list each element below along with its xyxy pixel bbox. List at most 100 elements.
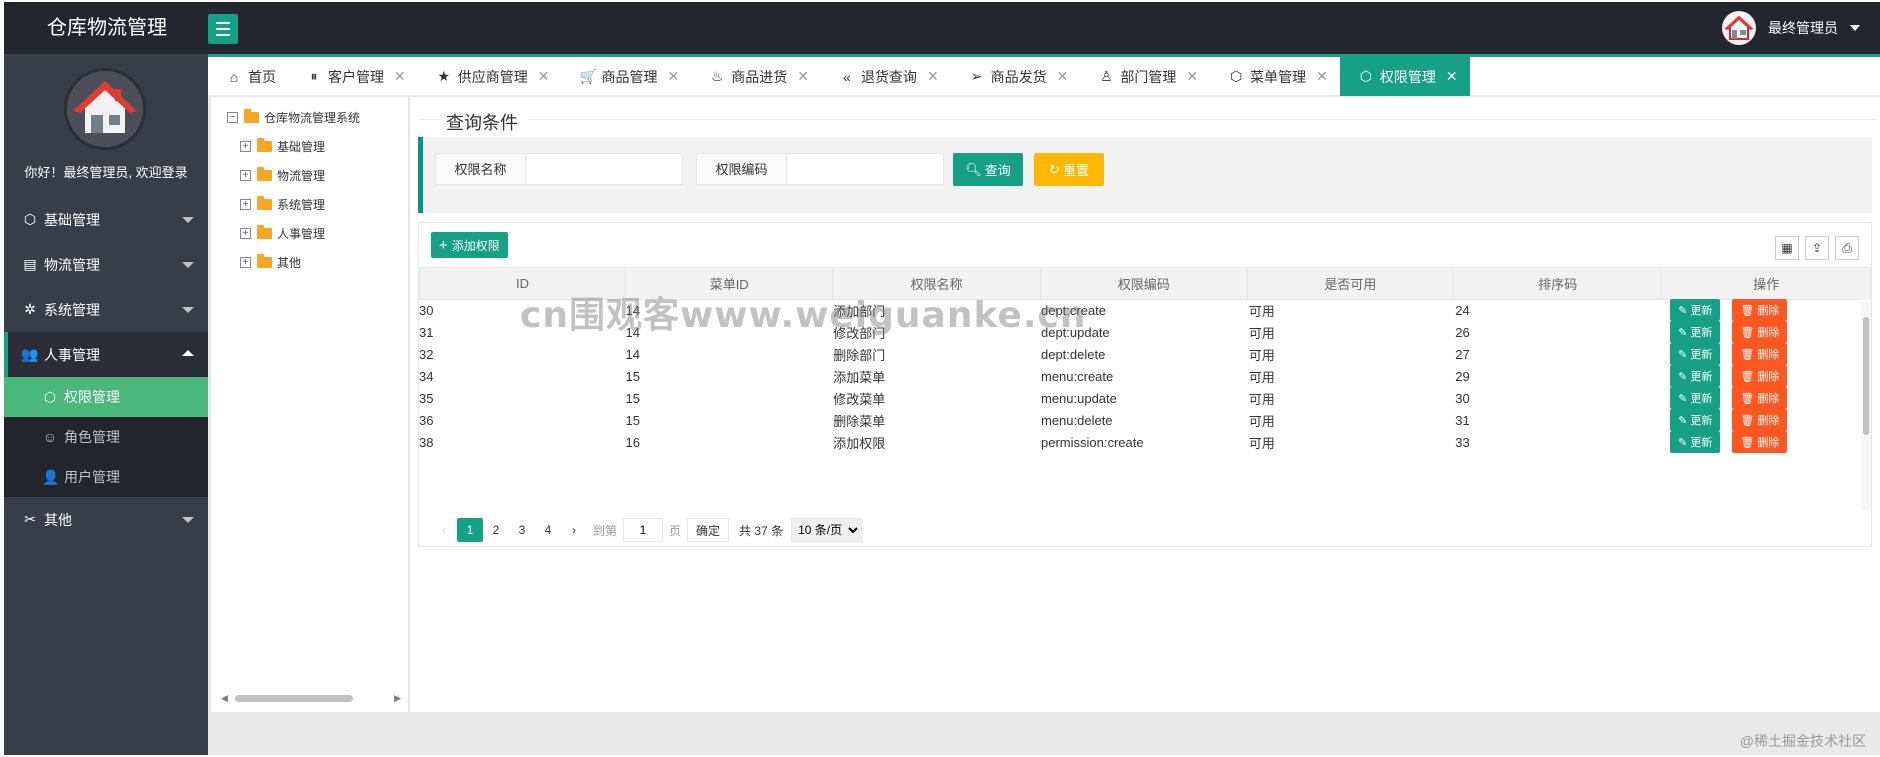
nav-item-logistics[interactable]: ▤ 物流管理 [4,242,208,287]
table-row: 36 15 删除菜单 menu:delete 可用 31 ✎ 更新 🗑︎ 删除 [419,409,1861,431]
delete-button[interactable]: 🗑︎ 删除 [1732,409,1788,431]
delete-button[interactable]: 🗑︎ 删除 [1732,365,1788,387]
close-icon[interactable]: ✕ [667,68,679,85]
tab-supplier[interactable]: ★ 供应商管理 ✕ [418,57,562,96]
permission-code-input[interactable] [786,153,944,185]
close-icon[interactable]: ✕ [927,68,939,85]
tree-node[interactable]: + 系统管理 [240,196,325,213]
update-button[interactable]: ✎ 更新 [1670,321,1721,343]
tree-node[interactable]: + 物流管理 [240,167,325,184]
cart-icon: 🛒 [579,68,597,84]
col-menu-id[interactable]: 菜单ID [625,267,834,300]
cube-icon: ⬡ [1230,68,1243,84]
scroll-left-icon[interactable]: ◀ [221,693,228,704]
nav-item-personnel[interactable]: 👥 人事管理 [4,332,208,377]
tree-node[interactable]: + 其他 [240,254,301,271]
col-available[interactable]: 是否可用 [1246,267,1454,300]
sub-item-role[interactable]: ☺ 角色管理 [4,417,208,457]
folder-icon [257,196,272,210]
page-size-select[interactable]: 10 条/页 [791,518,863,542]
tab-customer[interactable]: ⏸ 客户管理 ✕ [288,57,418,96]
tab-menu[interactable]: ⬡ 菜单管理 ✕ [1210,57,1340,96]
collapse-toggle[interactable]: − [227,112,238,123]
page-2[interactable]: 2 [483,518,509,542]
col-code[interactable]: 权限编码 [1039,267,1248,300]
sub-item-permission[interactable]: ⬡ 权限管理 [4,377,208,417]
close-icon[interactable]: ✕ [797,68,809,85]
table-vertical-scrollbar[interactable] [1861,299,1871,510]
pagination: ‹ 1 2 3 4 › 到第 页 确定 共 37 条 10 条/页 [431,517,863,543]
tree-label: 人事管理 [277,227,326,241]
close-icon[interactable]: ✕ [1057,68,1069,85]
user-menu[interactable]: 最终管理员 [1722,2,1860,54]
close-icon[interactable]: ✕ [1446,68,1458,85]
goto-confirm-button[interactable]: 确定 [687,518,730,542]
sub-item-user[interactable]: 👤 用户管理 [4,457,208,497]
tab-inbound[interactable]: ♨ 商品进货 ✕ [691,57,821,96]
nav-item-other[interactable]: ✂ 其他 [4,497,208,542]
search-button[interactable]: 🔍︎ 查询 [953,153,1023,186]
scroll-thumb[interactable] [1863,317,1869,435]
permission-name-input[interactable] [525,153,683,185]
user-name: 最终管理员 [1768,20,1838,36]
update-button[interactable]: ✎ 更新 [1670,409,1721,431]
menu-toggle-button[interactable] [208,14,238,44]
col-name[interactable]: 权限名称 [832,267,1041,300]
expand-toggle[interactable]: + [240,199,251,210]
tab-return-query[interactable]: « 退货查询 ✕ [821,57,951,96]
tree-label: 基础管理 [277,140,326,154]
tab-goods[interactable]: 🛒 商品管理 ✕ [561,57,691,96]
col-id[interactable]: ID [418,267,627,300]
nav-item-system[interactable]: ✲ 系统管理 [4,287,208,332]
update-button[interactable]: ✎ 更新 [1670,299,1721,321]
columns-filter-icon[interactable]: ▦ [1775,236,1799,260]
close-icon[interactable]: ✕ [1316,68,1328,85]
add-permission-button[interactable]: + 添加权限 [431,232,508,258]
delete-button[interactable]: 🗑︎ 删除 [1732,321,1788,343]
print-icon[interactable]: ⎙ [1835,236,1859,260]
update-button[interactable]: ✎ 更新 [1670,387,1721,409]
update-button[interactable]: ✎ 更新 [1670,343,1721,365]
delete-button[interactable]: 🗑︎ 删除 [1732,343,1788,365]
delete-button[interactable]: 🗑︎ 删除 [1732,387,1788,409]
pencil-icon: ✎ [1678,348,1688,361]
next-page-icon[interactable]: › [561,518,587,542]
cell-id: 30 [419,302,434,318]
cell-menu-id: 15 [625,368,640,384]
reset-button[interactable]: ↻ 重置 [1034,153,1104,186]
expand-toggle[interactable]: + [240,170,251,181]
pencil-icon: ✎ [1678,304,1688,317]
update-button[interactable]: ✎ 更新 [1670,431,1721,453]
close-icon[interactable]: ✕ [394,68,406,85]
plus-icon: + [439,236,448,254]
tab-home[interactable]: ⌂ 首页 [208,57,288,96]
export-icon[interactable]: ⇪ [1805,236,1829,260]
tree-root[interactable]: − 仓库物流管理系统 [227,109,360,126]
nav-item-basic[interactable]: ⬡ 基础管理 [4,197,208,242]
tab-permission[interactable]: ⬡ 权限管理 ✕ [1339,57,1470,96]
hamburger-icon [216,22,230,24]
close-icon[interactable]: ✕ [538,68,550,85]
scroll-right-icon[interactable]: ▶ [394,693,401,704]
goto-page-input[interactable] [623,518,664,542]
page-3[interactable]: 3 [509,518,535,542]
tab-department[interactable]: ♙ 部门管理 ✕ [1080,57,1210,96]
tree-horizontal-scrollbar[interactable]: ◀ ▶ [219,692,401,704]
prev-page-icon[interactable]: ‹ [431,518,457,542]
expand-toggle[interactable]: + [240,228,251,239]
expand-toggle[interactable]: + [240,141,251,152]
scroll-thumb[interactable] [235,695,353,702]
tab-shipping[interactable]: ➢ 商品发货 ✕ [951,57,1081,96]
page-4[interactable]: 4 [535,518,561,542]
col-order[interactable]: 排序码 [1452,267,1663,300]
page-1[interactable]: 1 [457,518,483,542]
sub-label: 用户管理 [64,469,120,485]
code-field: 权限编码 [696,153,944,185]
tree-node[interactable]: + 基础管理 [240,138,325,155]
tree-node[interactable]: + 人事管理 [240,225,325,242]
expand-toggle[interactable]: + [240,257,251,268]
update-button[interactable]: ✎ 更新 [1670,365,1721,387]
delete-button[interactable]: 🗑︎ 删除 [1732,431,1788,453]
delete-button[interactable]: 🗑︎ 删除 [1732,299,1788,321]
close-icon[interactable]: ✕ [1186,68,1198,85]
